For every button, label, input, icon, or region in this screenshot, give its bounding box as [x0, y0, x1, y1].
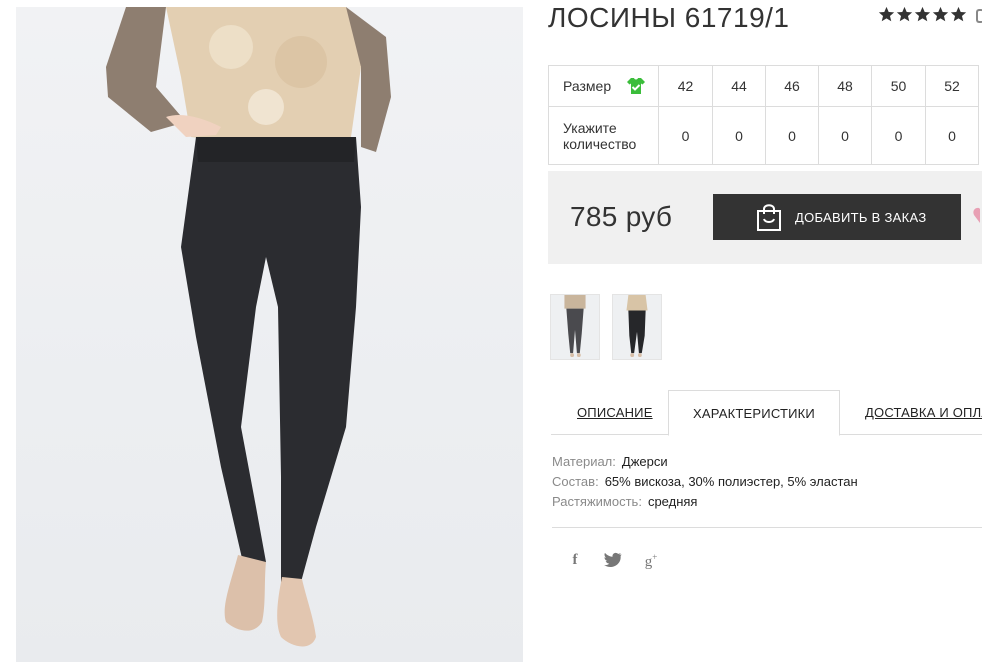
- star-icon: [914, 6, 931, 22]
- size-label: Размер: [563, 78, 612, 94]
- product-title: ЛОСИНЫ 61719/1: [548, 2, 790, 33]
- google-plus-icon[interactable]: g+: [642, 552, 660, 571]
- main-product-image[interactable]: [16, 7, 523, 662]
- rating-stars[interactable]: [878, 6, 967, 23]
- tab-label: ОПИСАНИЕ: [577, 405, 653, 420]
- quantity-input[interactable]: 0: [818, 106, 872, 165]
- product-thumbnail[interactable]: [550, 294, 600, 360]
- thumbnail-image: [564, 295, 586, 358]
- add-to-order-label: ДОБАВИТЬ В ЗАКАЗ: [795, 209, 927, 225]
- tab-label: ДОСТАВКА И ОПЛАТА: [865, 405, 982, 420]
- price-box: 785 руб ДОБАВИТЬ В ЗАКАЗ: [548, 171, 982, 264]
- tab-delivery-payment[interactable]: ДОСТАВКА И ОПЛАТА: [865, 390, 982, 435]
- tab-label: ХАРАКТЕРИСТИКИ: [693, 405, 815, 421]
- product-thumbnail[interactable]: [612, 294, 662, 360]
- characteristic-key: Состав:: [552, 474, 599, 489]
- size-cell: 44: [712, 65, 766, 107]
- tab-characteristics[interactable]: ХАРАКТЕРИСТИКИ: [668, 390, 840, 436]
- quantity-label: Укажите количество: [563, 119, 637, 152]
- star-icon: [896, 6, 913, 22]
- size-cell: 48: [818, 65, 872, 107]
- shopping-bag-icon: [757, 204, 781, 231]
- quantity-input[interactable]: 0: [658, 106, 713, 165]
- star-icon: [878, 6, 895, 22]
- quantity-input[interactable]: 0: [925, 106, 979, 165]
- star-icon: [932, 6, 949, 22]
- quantity-input[interactable]: 0: [765, 106, 819, 165]
- size-cell: 50: [871, 65, 926, 107]
- characteristic-value: 65% вискоза, 30% полиэстер, 5% эластан: [604, 474, 858, 489]
- quantity-input[interactable]: 0: [871, 106, 926, 165]
- size-cell: 42: [658, 65, 713, 107]
- characteristic-row: Материал: Джерси: [552, 452, 858, 472]
- characteristics-list: Материал: Джерси Состав: 65% вискоза, 30% …: [552, 452, 858, 512]
- product-price: 785 руб: [570, 201, 673, 232]
- twitter-icon[interactable]: [604, 552, 622, 568]
- social-share: f g+: [566, 552, 660, 571]
- model-photo: [106, 7, 391, 647]
- thumbnail-image: [626, 295, 648, 358]
- size-cell: 46: [765, 65, 819, 107]
- characteristic-key: Растяжимость:: [552, 494, 642, 509]
- tab-description[interactable]: ОПИСАНИЕ: [577, 390, 653, 435]
- characteristic-value: средняя: [647, 494, 698, 509]
- quantity-row: Укажите количество 0 0 0 0 0 0: [548, 106, 979, 165]
- size-chart-icon[interactable]: [626, 77, 646, 95]
- characteristic-row: Растяжимость: средняя: [552, 492, 858, 512]
- quantity-header-cell: Укажите количество: [548, 106, 659, 165]
- product-tabs: ОПИСАНИЕ ХАРАКТЕРИСТИКИ ДОСТАВКА И ОПЛАТ…: [551, 390, 982, 436]
- star-icon: [950, 6, 967, 22]
- heart-icon[interactable]: [973, 205, 982, 225]
- characteristic-key: Материал:: [552, 454, 616, 469]
- quantity-input[interactable]: 0: [712, 106, 766, 165]
- rating-count-badge: [976, 9, 982, 23]
- divider: [552, 527, 982, 528]
- characteristic-value: Джерси: [621, 454, 668, 469]
- characteristic-row: Состав: 65% вискоза, 30% полиэстер, 5% эл…: [552, 472, 858, 492]
- size-row: Размер 42 44 46 48 50 52: [548, 65, 979, 107]
- add-to-order-button[interactable]: ДОБАВИТЬ В ЗАКАЗ: [713, 194, 961, 240]
- size-cell: 52: [925, 65, 979, 107]
- size-table: Размер 42 44 46 48 50 52 Укажите количес…: [548, 65, 979, 165]
- facebook-icon[interactable]: f: [566, 552, 584, 571]
- size-header-cell: Размер: [548, 65, 659, 107]
